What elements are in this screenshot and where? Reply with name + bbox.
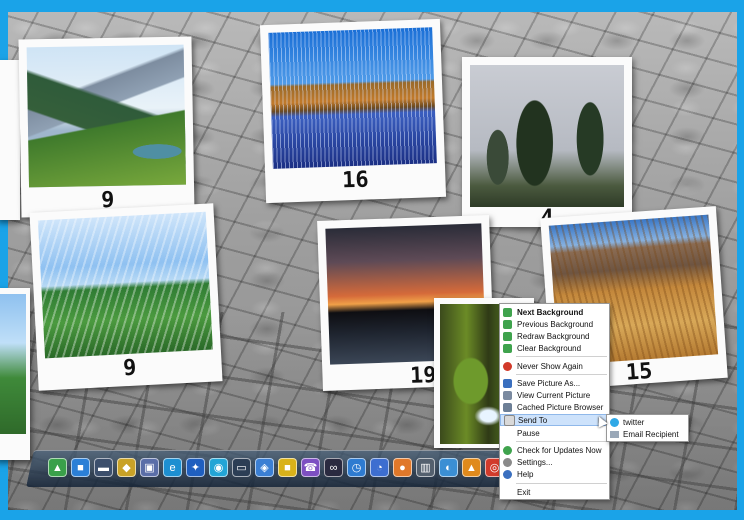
app-icon[interactable]: ◔	[370, 458, 389, 477]
menu-separator	[516, 356, 607, 357]
menu-item-redraw-background[interactable]: Redraw Background	[500, 330, 609, 342]
clear-icon	[503, 343, 512, 353]
menu-item-label: Exit	[517, 487, 531, 497]
menu-item-save-picture-as[interactable]: Save Picture As...	[500, 377, 609, 389]
menu-item-settings[interactable]: Settings...	[500, 456, 609, 468]
menu-item-check-for-updates[interactable]: Check for Updates Now	[500, 444, 609, 456]
menu-item-label: Next Background	[517, 307, 584, 317]
menu-item-label: Clear Background	[517, 343, 582, 353]
app-icon[interactable]: ◆	[117, 458, 136, 477]
menu-item-next-background[interactable]: Next Background	[500, 306, 609, 318]
submenu-item-email-recipient[interactable]: Email Recipient	[607, 428, 688, 440]
photo-edge-top	[0, 60, 20, 220]
menu-item-label: Send To	[518, 415, 548, 425]
photo-polaroid[interactable]: 9	[29, 203, 223, 391]
photo-image	[268, 27, 437, 169]
photo-image	[37, 211, 213, 359]
app-icon[interactable]: ▥	[416, 458, 435, 477]
photo-image	[470, 65, 624, 207]
menu-separator	[516, 374, 607, 375]
app-icon[interactable]: e	[163, 458, 182, 477]
app-icon[interactable]: ◷	[347, 458, 366, 477]
menu-item-exit[interactable]: Exit	[500, 486, 609, 498]
app-icon[interactable]: ∞	[324, 458, 343, 477]
app-icon[interactable]: ▬	[94, 458, 113, 477]
menu-item-label: Help	[517, 469, 534, 479]
menu-item-cached-picture-browser[interactable]: Cached Picture Browser	[500, 401, 609, 413]
submenu-item-twitter[interactable]: twitter	[607, 416, 688, 428]
menu-item-label: Pause	[517, 428, 540, 438]
app-icon[interactable]: ■	[278, 458, 297, 477]
help-icon	[503, 469, 512, 479]
submenu-item-label: twitter	[623, 417, 645, 427]
menu-item-label: Redraw Background	[517, 331, 590, 341]
redraw-icon	[503, 331, 512, 341]
app-icon[interactable]: ■	[71, 458, 90, 477]
app-icon[interactable]: ●	[393, 458, 412, 477]
app-icon[interactable]: ◈	[255, 458, 274, 477]
save-icon	[503, 378, 512, 388]
photo-polaroid[interactable]: 16	[259, 18, 447, 204]
photo-polaroid[interactable]: 9	[18, 36, 195, 218]
photo-image	[26, 44, 187, 188]
app-icon[interactable]: ▲	[462, 458, 481, 477]
menu-item-label: Settings...	[517, 457, 553, 467]
email-icon	[610, 430, 619, 438]
next-background-icon	[503, 307, 512, 317]
send-to-submenu: twitter Email Recipient	[606, 414, 689, 442]
menu-item-send-to[interactable]: Send To ▶	[500, 414, 609, 426]
app-icon[interactable]: ✦	[186, 458, 205, 477]
menu-separator	[516, 441, 607, 442]
app-icon[interactable]: ☎	[301, 458, 320, 477]
menu-item-label: Check for Updates Now	[517, 445, 602, 455]
menu-item-label: Never Show Again	[517, 361, 583, 371]
block-icon	[503, 361, 512, 371]
menu-item-label: Cached Picture Browser	[517, 402, 604, 412]
menu-item-label: Save Picture As...	[517, 378, 581, 388]
submenu-item-label: Email Recipient	[623, 429, 679, 439]
dock-icons: ▲ ■ ▬ ◆ ▣ e ✦ ◉ ▭ ◈ ■ ☎ ∞ ◷ ◔ ● ▥ ◐ ▲ ◎	[48, 458, 504, 477]
photo-polaroid[interactable]: 4	[462, 57, 632, 231]
view-picture-icon	[503, 390, 512, 400]
app-icon[interactable]: ◉	[209, 458, 228, 477]
menu-item-previous-background[interactable]: Previous Background	[500, 318, 609, 330]
browser-icon	[503, 402, 512, 412]
screen-frame: 9 16 4 9 19 15 ▲ ■ ▬ ◆ ▣ e ✦ ◉ ▭ ◈	[0, 0, 744, 520]
app-icon[interactable]: ▲	[48, 458, 67, 477]
context-menu: Next Background Previous Background Redr…	[499, 303, 610, 500]
previous-background-icon	[503, 319, 512, 329]
update-icon	[503, 445, 512, 455]
menu-item-clear-background[interactable]: Clear Background	[500, 342, 609, 354]
twitter-icon	[610, 417, 619, 427]
menu-item-never-show-again[interactable]: Never Show Again	[500, 360, 609, 372]
menu-item-help[interactable]: Help	[500, 468, 609, 480]
settings-icon	[503, 457, 512, 467]
send-icon	[504, 414, 515, 426]
app-icon[interactable]: ▭	[232, 458, 251, 477]
app-icon[interactable]: ◐	[439, 458, 458, 477]
menu-separator	[516, 483, 607, 484]
menu-item-label: View Current Picture	[517, 390, 591, 400]
photo-edge-image	[0, 294, 26, 434]
menu-item-view-current-picture[interactable]: View Current Picture	[500, 389, 609, 401]
menu-item-pause[interactable]: Pause	[500, 427, 609, 439]
photo-label: 16	[341, 167, 370, 194]
menu-item-label: Previous Background	[517, 319, 594, 329]
photo-edge-bottom	[0, 288, 30, 460]
app-icon[interactable]: ▣	[140, 458, 159, 477]
